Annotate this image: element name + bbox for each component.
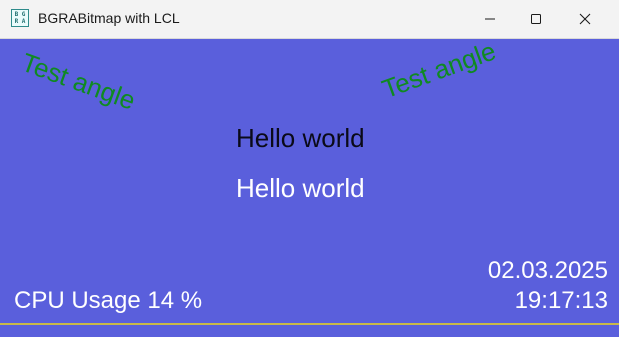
bgra-app-icon: B G R A — [11, 9, 29, 27]
angled-text-right: Test angle — [378, 35, 500, 105]
icon-letters-bottom: R A — [14, 18, 26, 25]
hello-text-black: Hello world — [236, 123, 365, 153]
hello-text-white: Hello world — [236, 173, 365, 203]
maximize-icon — [531, 14, 541, 24]
title-bar[interactable]: B G R A BGRABitmap with LCL — [0, 0, 619, 39]
close-icon — [579, 13, 591, 25]
drawing-canvas[interactable]: Test angle Test angle Hello world Hello … — [0, 35, 619, 324]
date-label: 02.03.2025 — [487, 257, 608, 284]
window-title: BGRABitmap with LCL — [38, 10, 180, 26]
window-bottom-edge — [0, 325, 619, 337]
time-label: 19:17:13 — [514, 287, 608, 314]
maximize-button[interactable] — [513, 0, 559, 38]
close-button[interactable] — [562, 0, 608, 38]
minimize-icon — [485, 18, 495, 20]
angled-text-left: Test angle — [17, 47, 140, 116]
icon-letters-top: B G — [14, 11, 26, 18]
cpu-usage-label: CPU Usage 14 % — [14, 287, 203, 314]
minimize-button[interactable] — [467, 0, 513, 38]
app-window: B G R A BGRABitmap with LCL Test angle T… — [0, 0, 619, 337]
